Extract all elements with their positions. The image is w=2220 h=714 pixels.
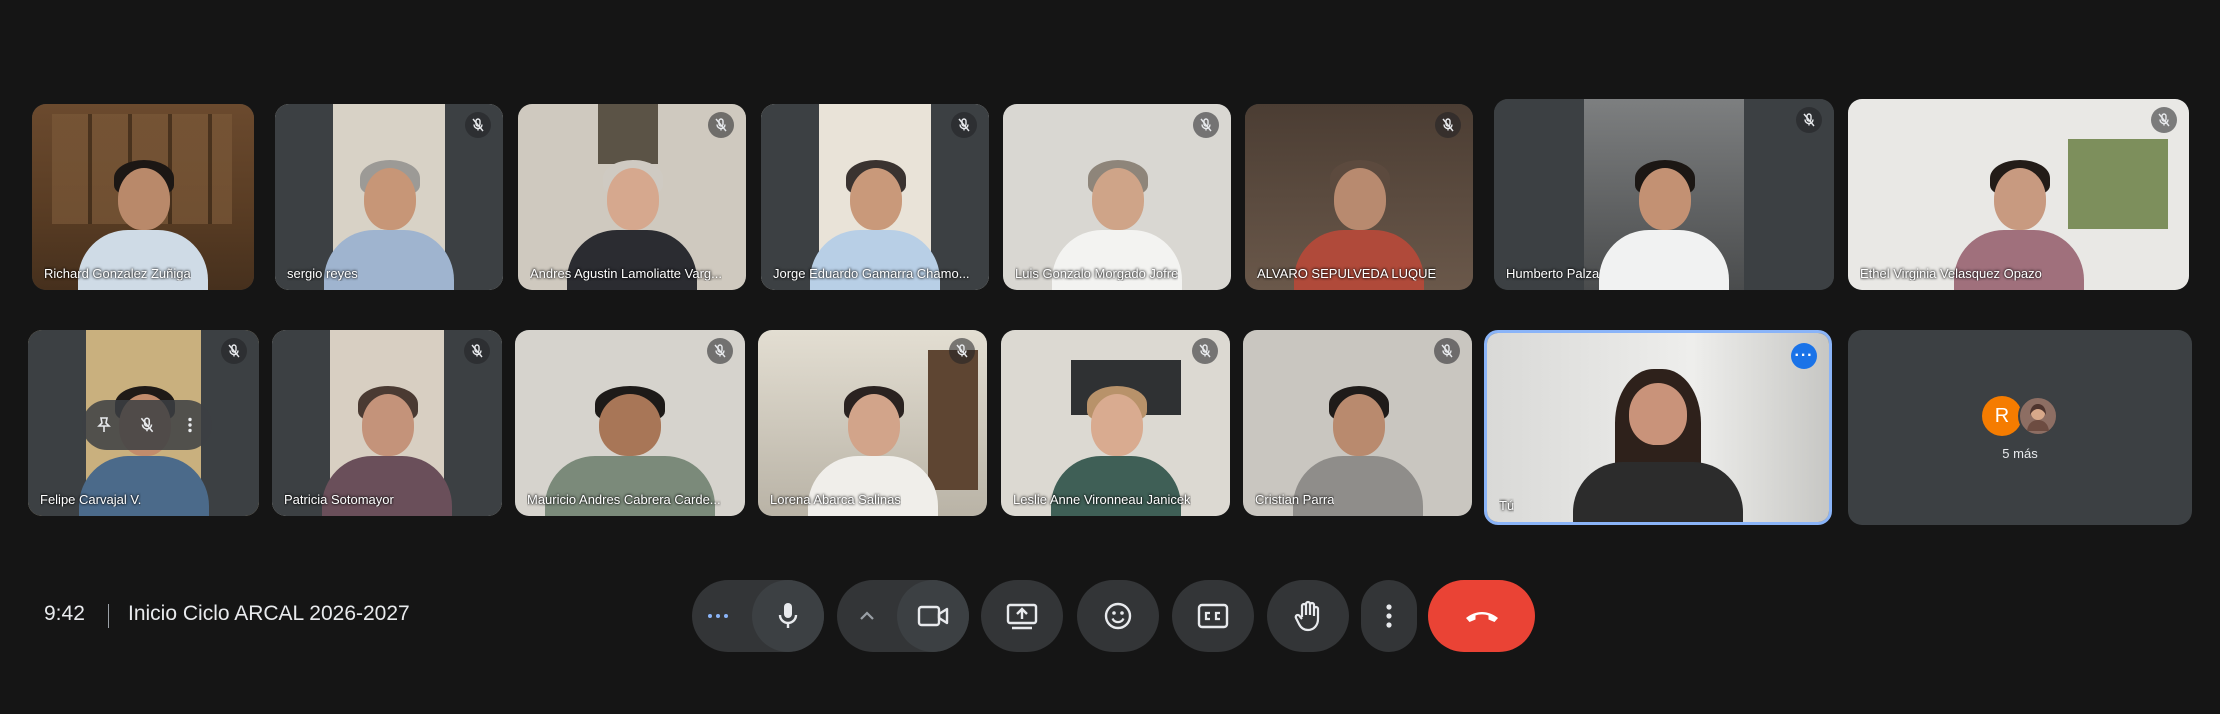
participant-tile[interactable]: Mauricio Andres Cabrera Carde... — [515, 330, 745, 516]
muted-mic-icon — [1435, 112, 1461, 138]
meeting-stage: Richard Gonzalez Zuñiga sergio reyes And… — [0, 0, 2220, 714]
participant-tile[interactable]: Richard Gonzalez Zuñiga — [32, 104, 254, 290]
reactions-button[interactable] — [1077, 580, 1159, 652]
divider — [108, 604, 109, 628]
participant-name: Jorge Eduardo Gamarra Chamo... — [773, 266, 970, 281]
hang-up-icon — [1462, 606, 1502, 626]
participant-tile[interactable]: Luis Gonzalo Morgado Jofre — [1003, 104, 1231, 290]
participant-tile[interactable]: Andres Agustin Lamoliatte Varg... — [518, 104, 746, 290]
participant-tile[interactable]: ALVARO SEPULVEDA LUQUE — [1245, 104, 1473, 290]
raise-hand-icon — [1293, 600, 1323, 632]
muted-mic-icon — [2151, 107, 2177, 133]
raise-hand-button[interactable] — [1267, 580, 1349, 652]
participant-tile[interactable]: Humberto Palza — [1494, 99, 1834, 290]
more-participants-tile[interactable]: R 5 más — [1848, 330, 2192, 525]
more-vertical-icon[interactable] — [181, 416, 199, 434]
participant-tile[interactable]: Ethel Virginia Velasquez Opazo — [1848, 99, 2189, 290]
muted-mic-icon — [949, 338, 975, 364]
muted-mic-icon — [708, 112, 734, 138]
participant-name: Tú — [1499, 498, 1515, 513]
muted-mic-icon — [465, 112, 491, 138]
participant-name: Mauricio Andres Cabrera Carde... — [527, 492, 721, 507]
muted-mic-icon — [1434, 338, 1460, 364]
muted-mic-icon — [464, 338, 490, 364]
participant-name: Felipe Carvajal V. — [40, 492, 142, 507]
mic-control-group — [692, 580, 824, 652]
mic-button[interactable] — [752, 580, 824, 652]
participant-tile[interactable]: Leslie Anne Vironneau Janicek — [1001, 330, 1230, 516]
muted-mic-icon — [1193, 112, 1219, 138]
muted-mic-icon — [951, 112, 977, 138]
present-screen-icon — [1006, 602, 1038, 630]
participant-name: Cristian Parra — [1255, 492, 1335, 507]
participant-name: Humberto Palza — [1506, 266, 1600, 281]
camera-control-group — [837, 580, 969, 652]
participant-name: sergio reyes — [287, 266, 358, 281]
more-participants-label: 5 más — [2002, 446, 2038, 461]
participant-video — [1599, 140, 1729, 290]
participant-name: Patricia Sotomayor — [284, 492, 394, 507]
emoji-icon — [1103, 601, 1133, 631]
bottom-toolbar: 9:42 Inicio Ciclo ARCAL 2026-2027 — [0, 580, 2220, 654]
participant-name: Ethel Virginia Velasquez Opazo — [1860, 266, 2042, 281]
meeting-title: Inicio Ciclo ARCAL 2026-2027 — [128, 602, 410, 625]
participant-name: Andres Agustin Lamoliatte Varg... — [530, 266, 722, 281]
camera-icon — [917, 604, 949, 628]
leave-call-button[interactable] — [1428, 580, 1535, 652]
muted-mic-icon — [1192, 338, 1218, 364]
more-horizontal-icon[interactable]: ··· — [1791, 343, 1817, 369]
participant-tile[interactable]: Patricia Sotomayor — [272, 330, 502, 516]
participant-tile[interactable]: Cristian Parra — [1243, 330, 1472, 516]
participant-tile[interactable]: Felipe Carvajal V. — [28, 330, 259, 516]
muted-mic-icon — [707, 338, 733, 364]
self-video — [1573, 357, 1743, 522]
captions-button[interactable] — [1172, 580, 1254, 652]
present-button[interactable] — [981, 580, 1063, 652]
avatar-stack: R — [1982, 396, 2058, 436]
participant-tile[interactable]: Jorge Eduardo Gamarra Chamo... — [761, 104, 989, 290]
avatar: R — [1982, 396, 2022, 436]
self-view-tile[interactable]: ··· Tú — [1484, 330, 1832, 525]
muted-mic-icon[interactable] — [138, 416, 156, 434]
more-options-button[interactable] — [1361, 580, 1417, 652]
participant-name: Luis Gonzalo Morgado Jofre — [1015, 266, 1179, 281]
participant-tile[interactable]: sergio reyes — [275, 104, 503, 290]
participant-name: Lorena Abarca Salinas — [770, 492, 901, 507]
participant-name: ALVARO SEPULVEDA LUQUE — [1257, 266, 1437, 281]
meeting-clock: 9:42 — [44, 602, 85, 625]
participant-name: Richard Gonzalez Zuñiga — [44, 266, 191, 281]
captions-icon — [1197, 603, 1229, 629]
muted-mic-icon — [1796, 107, 1822, 133]
avatar — [2018, 396, 2058, 436]
more-vertical-icon — [1384, 602, 1394, 630]
more-horizontal-icon[interactable] — [704, 604, 732, 628]
muted-mic-icon — [221, 338, 247, 364]
participant-tile[interactable]: Lorena Abarca Salinas — [758, 330, 987, 516]
camera-button[interactable] — [897, 580, 969, 652]
participant-name: Leslie Anne Vironneau Janicek — [1013, 492, 1191, 507]
chevron-up-icon[interactable] — [857, 606, 877, 626]
tile-hover-controls[interactable] — [82, 400, 212, 450]
pin-icon[interactable] — [95, 416, 113, 434]
mic-icon — [775, 601, 801, 631]
